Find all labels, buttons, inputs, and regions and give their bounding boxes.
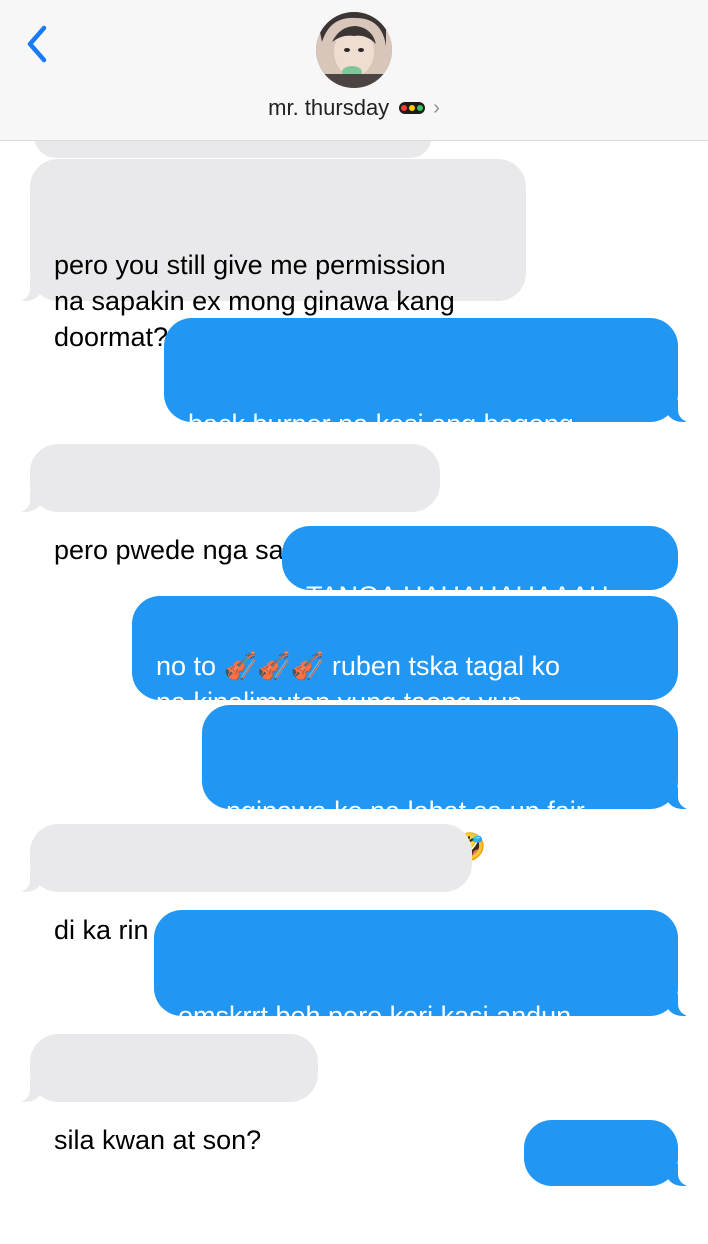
message-sent: TANGA HAHAHAHAAAH	[282, 526, 678, 611]
message-received: sila kwan at son?	[12, 1034, 318, 1155]
message-received: pero you still give me permission na sap…	[12, 159, 526, 352]
bubble-tail	[666, 992, 696, 1016]
bubble-tail	[12, 868, 42, 892]
message-text: YES PU	[548, 1211, 648, 1241]
message-sent: back burner na kasi ang bagong term ikoy	[164, 318, 696, 475]
conversation-header: mr. thursday ›	[0, 0, 708, 141]
avatar-photo	[316, 12, 392, 88]
message-sent: YES PU	[524, 1120, 696, 1241]
bubble-tail	[12, 277, 42, 301]
message-received: pero pwede nga sapakin?	[12, 444, 440, 565]
contact-name-row[interactable]: mr. thursday ›	[0, 94, 708, 121]
message-sent: no to 🎻🎻🎻 ruben tska tagal ko na kinalim…	[132, 596, 678, 717]
bubble-tail	[12, 1078, 42, 1102]
message-text: sila kwan at son?	[54, 1125, 262, 1155]
message-received: di ka rin sinipot sa up fair? :/	[12, 824, 472, 945]
message-sent: omskrrt beh pero keri kasi andun naman b…	[154, 910, 696, 1067]
contact-avatar[interactable]	[316, 12, 392, 88]
bubble-tail	[666, 1162, 696, 1186]
back-button[interactable]	[20, 22, 60, 66]
bubble-tail	[12, 488, 42, 512]
bubble-tail	[666, 398, 696, 422]
message-sent: nginawa ko na lahat sa up fair nung coll…	[202, 705, 696, 862]
contact-name: mr. thursday	[268, 95, 390, 121]
bubble-tail	[666, 785, 696, 809]
chevron-left-icon	[27, 25, 47, 63]
chevron-right-icon: ›	[433, 96, 440, 119]
traffic-light-icon	[399, 102, 426, 115]
